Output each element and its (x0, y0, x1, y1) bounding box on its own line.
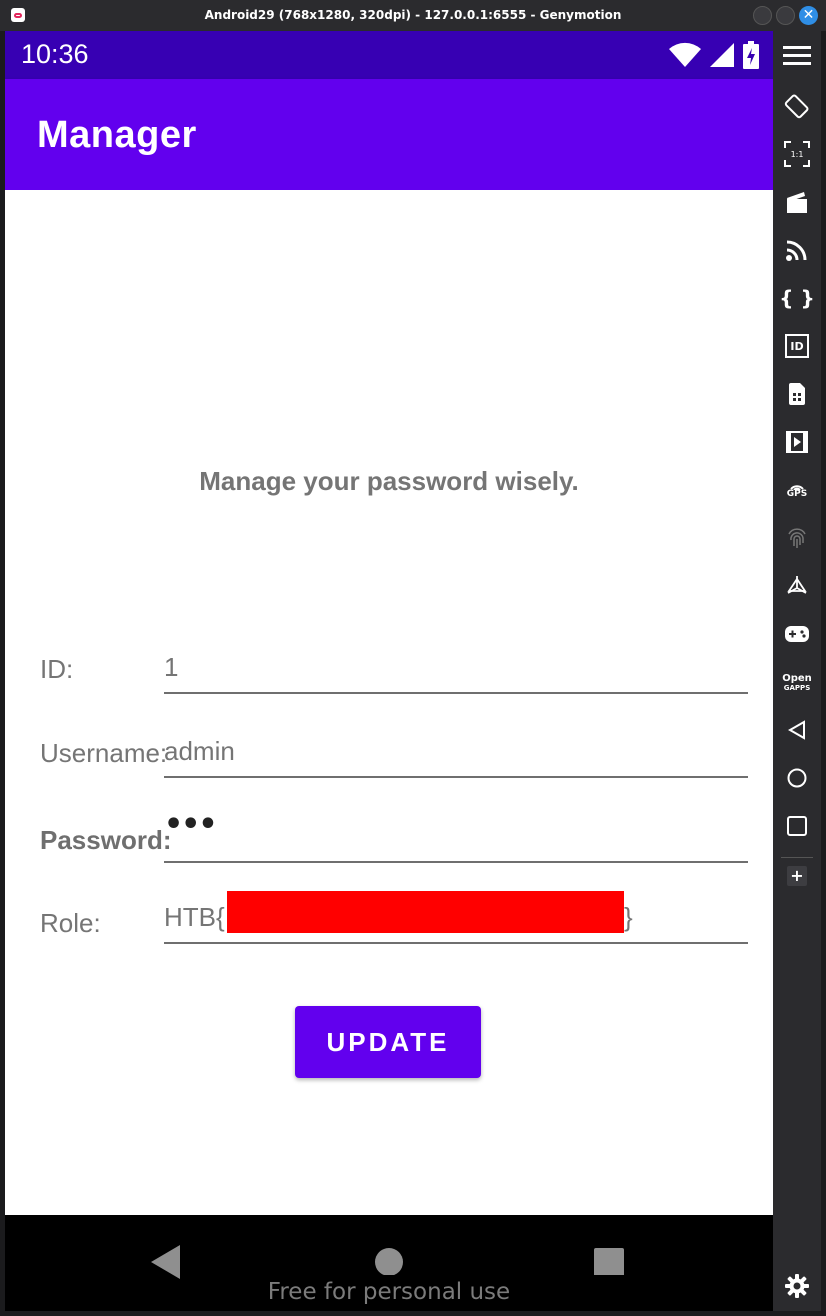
id-field[interactable]: 1 (164, 648, 748, 694)
username-value: admin (164, 736, 235, 766)
update-button[interactable]: UPDATE (295, 1006, 481, 1078)
maximize-button[interactable] (776, 6, 795, 25)
id-value: 1 (164, 652, 179, 682)
password-field[interactable]: ••• (164, 807, 748, 863)
pixel-perfect-label: 1:1 (791, 150, 804, 159)
app-bar: Manager (5, 79, 773, 190)
nav-recents-icon[interactable] (594, 1245, 624, 1275)
cell-signal-icon (710, 43, 734, 67)
plus-icon[interactable]: + (773, 856, 821, 896)
battery-icon (743, 41, 759, 69)
username-label: Username: (40, 738, 168, 768)
status-bar: 10:36 (5, 31, 773, 79)
home-icon[interactable] (773, 758, 821, 798)
gamepad-icon[interactable] (773, 614, 821, 654)
id-label: ID: (40, 654, 74, 684)
role-value-suffix: } (624, 902, 633, 932)
redaction-box (227, 891, 624, 933)
wifi-icon (669, 42, 701, 67)
genymotion-toolbar: 1:1 { } ID GPS Open GAPPS + (773, 31, 821, 1311)
cast-icon[interactable] (773, 230, 821, 270)
close-button[interactable]: ✕ (799, 6, 818, 25)
code-icon[interactable]: { } (773, 278, 821, 318)
window-title: Android29 (768x1280, 320dpi) - 127.0.0.1… (204, 8, 622, 22)
fingerprint-icon[interactable] (773, 518, 821, 558)
pixel-perfect-icon[interactable]: 1:1 (773, 134, 821, 174)
app-title: Manager (37, 114, 197, 156)
device-id-icon[interactable]: ID (773, 326, 821, 366)
password-value: ••• (164, 807, 218, 842)
sim-icon[interactable] (773, 374, 821, 414)
password-label: Password: (40, 825, 172, 855)
motion-icon[interactable] (773, 566, 821, 606)
nav-home-icon[interactable] (374, 1245, 404, 1275)
role-label: Role: (40, 908, 101, 938)
recents-icon[interactable] (773, 806, 821, 846)
device-screen: 10:36 Manager Manage your password wisel… (5, 31, 773, 1311)
role-field[interactable]: HTB{ } (164, 891, 748, 944)
android-navigation-bar: Free for personal use (5, 1215, 773, 1311)
menu-icon[interactable] (773, 36, 821, 76)
media-icon[interactable] (773, 422, 821, 462)
back-icon[interactable] (773, 710, 821, 750)
username-field[interactable]: admin (164, 732, 748, 778)
watermark-text: Free for personal use (267, 1279, 511, 1305)
opengapps-icon[interactable]: Open GAPPS (773, 662, 821, 702)
window-title-bar: Android29 (768x1280, 320dpi) - 127.0.0.1… (0, 0, 826, 31)
manager-form: Manage your password wisely. ID: 1 Usern… (5, 190, 773, 1215)
role-value-prefix: HTB{ (164, 902, 225, 932)
rotate-icon[interactable] (773, 86, 821, 126)
gps-icon[interactable]: GPS (773, 470, 821, 510)
status-icons (669, 41, 759, 69)
status-time: 10:36 (21, 39, 89, 69)
capture-icon[interactable] (773, 182, 821, 222)
minimize-button[interactable] (753, 6, 772, 25)
settings-icon[interactable] (773, 1266, 821, 1306)
page-subtitle: Manage your password wisely. (199, 466, 579, 496)
nav-back-icon[interactable] (151, 1245, 181, 1279)
